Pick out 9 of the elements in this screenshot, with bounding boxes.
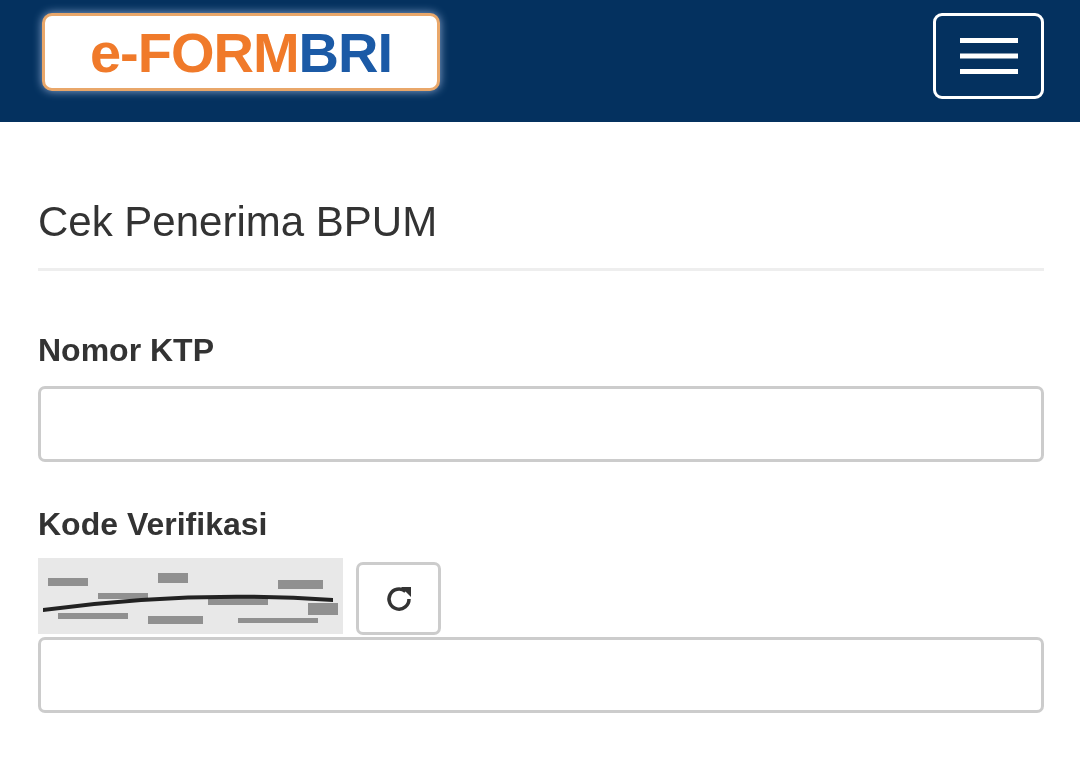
menu-button[interactable] xyxy=(933,13,1044,99)
menu-icon xyxy=(959,37,1018,75)
field-label: Kode Verifikasi xyxy=(38,505,268,544)
input-field[interactable] xyxy=(38,637,1044,713)
input-field[interactable] xyxy=(38,386,1044,462)
logo[interactable]: e-FORMBRI xyxy=(42,13,440,91)
refresh-button[interactable] xyxy=(356,562,441,635)
field-label: Nomor KTP xyxy=(38,331,214,370)
page-title: Cek Penerima BPUM xyxy=(38,197,438,247)
